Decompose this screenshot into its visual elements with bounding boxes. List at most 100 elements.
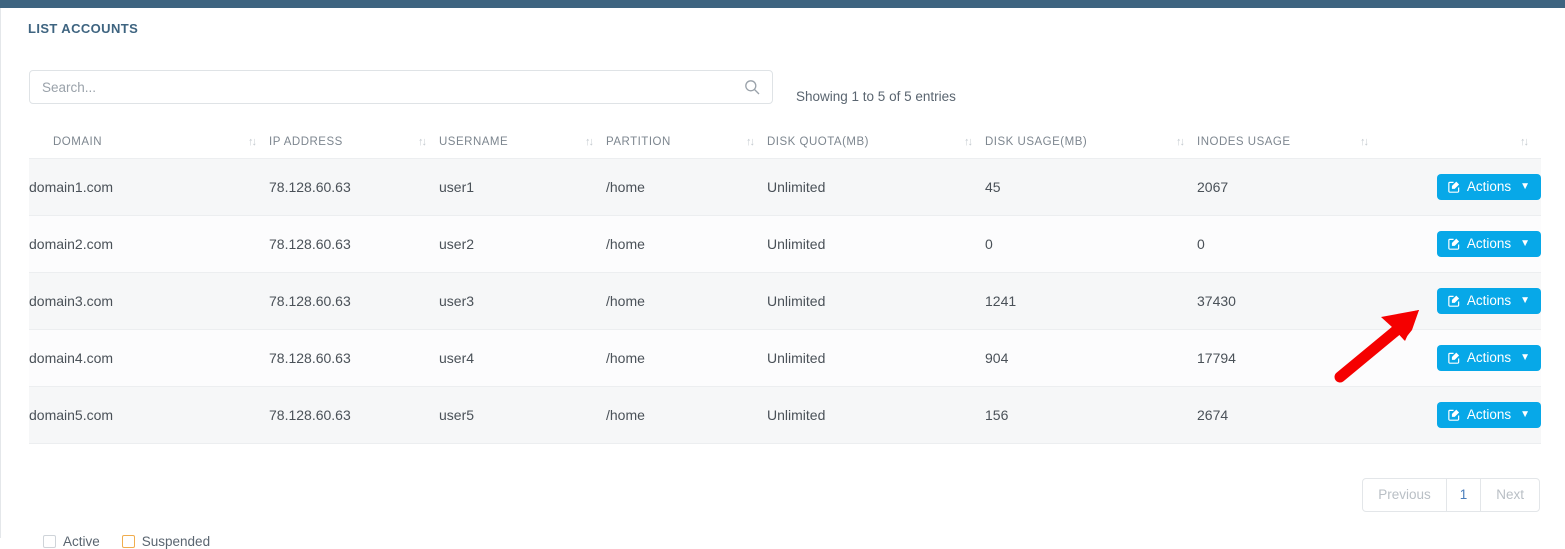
cell-disk-usage: 45 <box>985 159 1197 216</box>
cell-disk-quota: Unlimited <box>767 216 985 273</box>
column-header-ip-address[interactable]: IP ADDRESS ↑↓ <box>269 130 439 159</box>
column-label: DISK QUOTA(MB) <box>767 136 869 148</box>
status-legend: Active Suspended <box>43 534 210 549</box>
cell-domain: domain1.com <box>29 159 269 216</box>
cell-inodes-usage: 37430 <box>1197 273 1381 330</box>
pagination-page-1-button[interactable]: 1 <box>1446 478 1482 512</box>
sort-icon[interactable]: ↑↓ <box>964 136 971 148</box>
cell-disk-quota: Unlimited <box>767 273 985 330</box>
cell-partition: /home <box>606 159 767 216</box>
legend-item-suspended: Suspended <box>122 534 210 549</box>
column-header-domain[interactable]: DOMAIN ↑↓ <box>29 130 269 159</box>
cell-ip-address: 78.128.60.63 <box>269 159 439 216</box>
sort-icon[interactable]: ↑↓ <box>746 136 753 148</box>
column-header-disk-quota[interactable]: DISK QUOTA(MB) ↑↓ <box>767 130 985 159</box>
search-input[interactable] <box>30 71 740 103</box>
cell-partition: /home <box>606 273 767 330</box>
list-accounts-card: LIST ACCOUNTS Showing 1 to 5 of 5 entrie… <box>0 8 1565 538</box>
column-header-actions[interactable]: ↑↓ <box>1381 130 1541 159</box>
cell-username: user1 <box>439 159 606 216</box>
table-header: DOMAIN ↑↓ IP ADDRESS ↑↓ USERNAME ↑↓ <box>29 130 1541 159</box>
cell-domain: domain4.com <box>29 330 269 387</box>
column-header-disk-usage[interactable]: DISK USAGE(MB) ↑↓ <box>985 130 1197 159</box>
pagination: Previous 1 Next <box>1362 478 1540 512</box>
cell-username: user3 <box>439 273 606 330</box>
cell-inodes-usage: 2674 <box>1197 387 1381 444</box>
actions-button-label: Actions <box>1467 237 1511 251</box>
sort-icon[interactable]: ↑↓ <box>585 136 592 148</box>
actions-button[interactable]: Actions ▼ <box>1437 174 1541 200</box>
cell-disk-quota: Unlimited <box>767 330 985 387</box>
cell-disk-usage: 0 <box>985 216 1197 273</box>
cell-inodes-usage: 2067 <box>1197 159 1381 216</box>
search-icon <box>744 79 760 95</box>
table-row[interactable]: domain5.com 78.128.60.63 user5 /home Unl… <box>29 387 1541 444</box>
table-row[interactable]: domain2.com 78.128.60.63 user2 /home Unl… <box>29 216 1541 273</box>
cell-username: user5 <box>439 387 606 444</box>
cell-partition: /home <box>606 387 767 444</box>
cell-ip-address: 78.128.60.63 <box>269 330 439 387</box>
sort-icon[interactable]: ↑↓ <box>418 136 425 148</box>
cell-inodes-usage: 0 <box>1197 216 1381 273</box>
cell-username: user2 <box>439 216 606 273</box>
actions-button[interactable]: Actions ▼ <box>1437 231 1541 257</box>
cell-ip-address: 78.128.60.63 <box>269 216 439 273</box>
entries-info: Showing 1 to 5 of 5 entries <box>796 89 956 104</box>
column-label: DISK USAGE(MB) <box>985 136 1087 148</box>
pagination-previous-button[interactable]: Previous <box>1362 478 1447 512</box>
suspended-swatch-icon <box>122 535 135 548</box>
top-accent-bar <box>0 0 1565 8</box>
actions-button-label: Actions <box>1467 408 1511 422</box>
chevron-down-icon: ▼ <box>1520 239 1530 249</box>
column-header-inodes-usage[interactable]: INODES USAGE ↑↓ <box>1197 130 1381 159</box>
edit-square-icon <box>1447 294 1461 308</box>
table-row[interactable]: domain4.com 78.128.60.63 user4 /home Unl… <box>29 330 1541 387</box>
cell-actions: Actions ▼ <box>1381 159 1541 216</box>
column-label: IP ADDRESS <box>269 136 343 148</box>
sort-icon[interactable]: ↑↓ <box>1360 136 1367 148</box>
cell-domain: domain5.com <box>29 387 269 444</box>
table-row[interactable]: domain3.com 78.128.60.63 user3 /home Unl… <box>29 273 1541 330</box>
actions-button-label: Actions <box>1467 180 1511 194</box>
cell-partition: /home <box>606 330 767 387</box>
search-box[interactable] <box>29 70 773 104</box>
cell-disk-usage: 1241 <box>985 273 1197 330</box>
actions-button-label: Actions <box>1467 294 1511 308</box>
legend-label-suspended: Suspended <box>142 534 210 549</box>
sort-icon[interactable]: ↑↓ <box>1176 136 1183 148</box>
cell-domain: domain3.com <box>29 273 269 330</box>
pagination-next-button[interactable]: Next <box>1480 478 1540 512</box>
cell-actions: Actions ▼ <box>1381 387 1541 444</box>
column-label: DOMAIN <box>29 136 102 148</box>
column-label: PARTITION <box>606 136 671 148</box>
actions-button[interactable]: Actions ▼ <box>1437 288 1541 314</box>
edit-square-icon <box>1447 237 1461 251</box>
cell-domain: domain2.com <box>29 216 269 273</box>
table-header-row: DOMAIN ↑↓ IP ADDRESS ↑↓ USERNAME ↑↓ <box>29 130 1541 159</box>
table-row[interactable]: domain1.com 78.128.60.63 user1 /home Unl… <box>29 159 1541 216</box>
cell-actions: Actions ▼ <box>1381 330 1541 387</box>
page-title: LIST ACCOUNTS <box>28 21 138 36</box>
column-header-username[interactable]: USERNAME ↑↓ <box>439 130 606 159</box>
cell-partition: /home <box>606 216 767 273</box>
actions-button[interactable]: Actions ▼ <box>1437 345 1541 371</box>
active-swatch-icon <box>43 535 56 548</box>
column-label: INODES USAGE <box>1197 136 1291 148</box>
cell-disk-quota: Unlimited <box>767 387 985 444</box>
column-label: USERNAME <box>439 136 508 148</box>
cell-actions: Actions ▼ <box>1381 273 1541 330</box>
column-header-partition[interactable]: PARTITION ↑↓ <box>606 130 767 159</box>
sort-icon[interactable]: ↑↓ <box>248 136 255 148</box>
edit-square-icon <box>1447 351 1461 365</box>
cell-disk-quota: Unlimited <box>767 159 985 216</box>
accounts-table: DOMAIN ↑↓ IP ADDRESS ↑↓ USERNAME ↑↓ <box>29 130 1541 444</box>
table-body: domain1.com 78.128.60.63 user1 /home Unl… <box>29 159 1541 444</box>
chevron-down-icon: ▼ <box>1520 353 1530 363</box>
cell-actions: Actions ▼ <box>1381 216 1541 273</box>
chevron-down-icon: ▼ <box>1520 296 1530 306</box>
actions-button[interactable]: Actions ▼ <box>1437 402 1541 428</box>
cell-username: user4 <box>439 330 606 387</box>
chevron-down-icon: ▼ <box>1520 410 1530 420</box>
actions-button-label: Actions <box>1467 351 1511 365</box>
sort-icon[interactable]: ↑↓ <box>1520 136 1527 148</box>
